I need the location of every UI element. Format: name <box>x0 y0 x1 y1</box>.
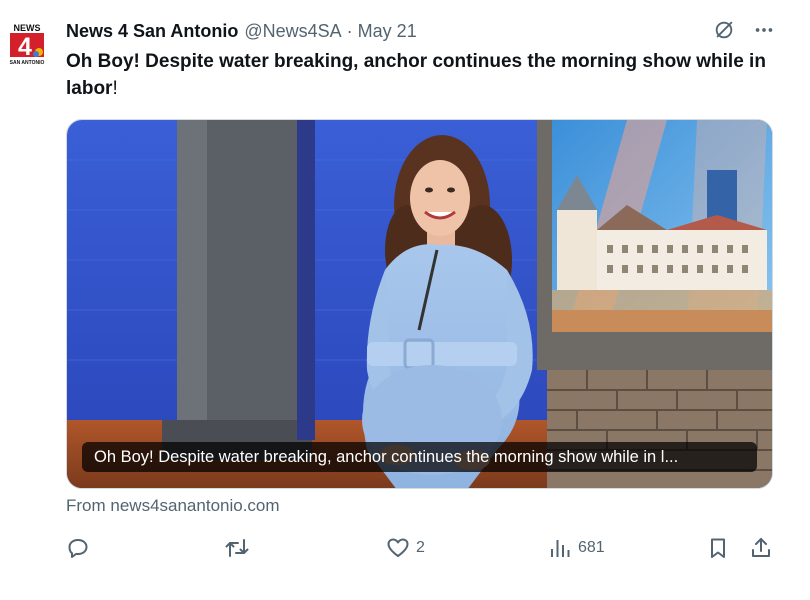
reply-icon <box>68 539 88 558</box>
author-display-name[interactable]: News 4 San Antonio <box>66 21 238 42</box>
retweet-icon <box>225 539 249 557</box>
heart-icon <box>387 538 409 557</box>
views-button[interactable]: 681 <box>548 534 605 562</box>
logo-tagline-text: SAN ANTONIO <box>10 60 45 66</box>
media-caption: Oh Boy! Despite water breaking, anchor c… <box>82 442 757 472</box>
views-count: 681 <box>578 539 605 556</box>
bookmark-button[interactable] <box>706 534 730 562</box>
retweet-button[interactable] <box>224 534 256 562</box>
news4-logo: NEWS 4 SAN ANTONIO <box>7 22 47 66</box>
author-handle[interactable]: @News4SA <box>244 21 341 42</box>
link-card-media[interactable]: Oh Boy! Despite water breaking, anchor c… <box>66 119 773 489</box>
grok-icon[interactable] <box>712 18 736 42</box>
tweet-action-bar: 2 681 <box>66 534 776 562</box>
logo-brand-text: NEWS <box>14 23 41 33</box>
logo-number-text: 4 <box>18 33 32 61</box>
tweet-top-actions <box>712 18 776 42</box>
reply-button[interactable] <box>66 534 96 562</box>
tweet-text-exclamation: ! <box>112 78 118 99</box>
tweet-text: Oh Boy! Despite water breaking, anchor c… <box>66 48 786 102</box>
views-icon <box>551 540 570 557</box>
more-icon[interactable] <box>752 18 776 42</box>
header-separator: · <box>346 20 353 41</box>
author-avatar[interactable]: NEWS 4 SAN ANTONIO <box>7 22 47 66</box>
news-studio-photo <box>67 120 772 488</box>
bookmark-icon <box>711 538 725 558</box>
link-source[interactable]: From news4sanantonio.com <box>66 496 280 516</box>
tweet-text-main: Oh Boy! Despite water breaking, anchor c… <box>66 51 766 99</box>
tweet-header: News 4 San Antonio @News4SA · May 21 <box>66 19 417 43</box>
share-button[interactable] <box>749 534 773 562</box>
tweet-date[interactable]: May 21 <box>358 21 417 42</box>
like-count: 2 <box>416 539 425 556</box>
share-icon <box>752 538 770 557</box>
like-button[interactable]: 2 <box>386 534 425 562</box>
